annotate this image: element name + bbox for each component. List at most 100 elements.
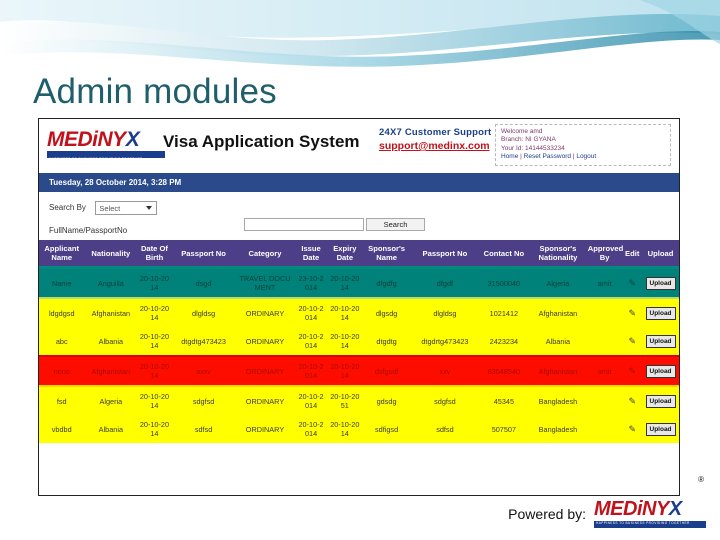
edit-pencil-icon[interactable]: ✎ <box>628 424 636 434</box>
column-sponsor-passport-no[interactable]: Passport No <box>411 240 479 269</box>
upload-cell: Upload <box>642 298 679 327</box>
reset-password-link[interactable]: Reset Password <box>524 153 571 160</box>
table-cell: ORDINARY <box>235 386 295 415</box>
column-approved-by[interactable]: Approved By <box>586 240 623 269</box>
table-cell: sdgfsd <box>411 386 479 415</box>
table-cell: 2423234 <box>478 327 530 357</box>
table-cell: 20-10-2014 <box>294 386 328 415</box>
footer-medinyx-logo: ® MEDiNYX HAPPINESS TO BUSINESS PROVIDIN… <box>594 475 706 528</box>
table-cell: 20-10-2014 <box>294 298 328 327</box>
table-header-row: Applicant Name Nationality Date Of Birth… <box>39 240 679 269</box>
column-issue-date[interactable]: Issue Date <box>294 240 328 269</box>
table-cell: dtgdtg473423 <box>171 327 236 357</box>
page-title: Admin modules <box>33 72 277 111</box>
upload-button[interactable]: Upload <box>645 422 676 436</box>
link-separator-1: | <box>520 153 522 161</box>
footer-logo-letter-m: M <box>594 498 611 520</box>
search-by-label: Search By <box>49 203 86 213</box>
edit-cell: ✎ <box>622 356 643 386</box>
table-cell: 31500040 <box>478 267 530 298</box>
logo-tagline: HAPPINESS TO BUSINESS PROVIDING TOGETHER <box>49 157 143 161</box>
column-passport-no[interactable]: Passport No <box>171 240 236 269</box>
table-cell: 20-10-2014 <box>294 415 328 443</box>
upload-button[interactable]: Upload <box>645 364 676 378</box>
table-cell: ldgdgsd <box>39 298 85 327</box>
edit-cell: ✎ <box>622 267 643 298</box>
table-cell: 23-10-2014 <box>294 267 328 298</box>
table-cell: dlgsdg <box>362 298 412 327</box>
powered-by-footer: Powered by: ® MEDiNYX HAPPINESS TO BUSIN… <box>508 475 706 528</box>
table-cell: amit <box>586 267 623 298</box>
table-cell: 20-10-2051 <box>327 386 363 415</box>
edit-pencil-icon[interactable]: ✎ <box>628 396 636 406</box>
edit-pencil-icon[interactable]: ✎ <box>628 278 636 288</box>
column-nationality[interactable]: Nationality <box>84 240 138 269</box>
logout-link[interactable]: Logout <box>576 153 596 160</box>
column-upload[interactable]: Upload <box>642 240 679 269</box>
upload-button[interactable]: Upload <box>645 276 676 290</box>
table-cell: dfgdf <box>411 267 479 298</box>
search-button[interactable]: Search <box>366 218 425 231</box>
table-cell: nono <box>39 356 85 386</box>
column-expiry-date[interactable]: Expiry Date <box>327 240 363 269</box>
table-cell: gdsdg <box>362 386 412 415</box>
link-separator-2: | <box>572 153 575 161</box>
table-cell: dtgdtg <box>362 327 412 357</box>
table-cell: Name <box>39 267 85 298</box>
column-sponsors-name[interactable]: Sponsor's Name <box>362 240 412 269</box>
column-applicant-name[interactable]: Applicant Name <box>39 240 85 269</box>
table-cell: sdgfsd <box>171 386 236 415</box>
welcome-userid: Your Id: 14144533234 <box>501 144 565 152</box>
registered-trademark: ® <box>698 475 704 484</box>
table-cell <box>586 386 623 415</box>
upload-button[interactable]: Upload <box>645 394 676 408</box>
table-cell: 20-10-2014 <box>137 298 172 327</box>
edit-pencil-icon[interactable]: ✎ <box>628 336 636 346</box>
table-cell: 20-10-2014 <box>294 327 328 357</box>
table-cell: 20-10-2014 <box>327 356 363 386</box>
table-cell: ORDINARY <box>235 356 295 386</box>
powered-by-label: Powered by: <box>508 505 586 522</box>
table-cell: 20-10-2014 <box>327 415 363 443</box>
table-cell: Albania <box>529 327 587 357</box>
upload-cell: Upload <box>642 386 679 415</box>
upload-cell: Upload <box>642 356 679 386</box>
search-input[interactable] <box>244 218 364 231</box>
support-email-link[interactable]: support@medinx.com <box>379 140 491 152</box>
slide-decoration <box>0 0 720 72</box>
column-sponsors-nationality[interactable]: Sponsor's Nationality <box>529 240 587 269</box>
column-contact-no[interactable]: Contact No <box>478 240 530 269</box>
table-cell: Bangladesh <box>529 386 587 415</box>
table-cell: 20-10-2014 <box>294 356 328 386</box>
column-category[interactable]: Category <box>235 240 295 269</box>
edit-cell: ✎ <box>622 415 643 443</box>
table-cell: Algeria <box>529 267 587 298</box>
table-body: Name Anguilla 20-10-2014 dsgd TRAVEL DOCUMEN… <box>39 267 679 443</box>
table-cell: Afghanistan <box>529 298 587 327</box>
search-by-select[interactable]: Select <box>95 200 158 215</box>
applications-table: Applicant Name Nationality Date Of Birth… <box>39 240 679 443</box>
edit-pencil-icon[interactable]: ✎ <box>628 308 636 318</box>
table-cell: Afghanistan <box>84 298 138 327</box>
table-cell: amit <box>586 356 623 386</box>
table-cell: 83048540 <box>478 356 530 386</box>
column-edit[interactable]: Edit <box>622 240 643 269</box>
table-cell: Bangladesh <box>529 415 587 443</box>
table-cell: 1021412 <box>478 298 530 327</box>
edit-pencil-icon[interactable]: ✎ <box>628 366 636 376</box>
column-date-of-birth[interactable]: Date Of Birth <box>137 240 172 269</box>
upload-button[interactable]: Upload <box>645 334 676 348</box>
table-row: vbdbd Albania 20-10-2014 sdfsd ORDINARY 20-10… <box>39 415 679 443</box>
table-cell: 45345 <box>478 386 530 415</box>
table-cell: 507507 <box>478 415 530 443</box>
welcome-user: Welcome amd <box>501 128 543 135</box>
home-link[interactable]: Home <box>501 153 518 160</box>
footer-logo-tagline: HAPPINESS TO BUSINESS PROVIDING TOGETHER <box>596 521 690 525</box>
upload-cell: Upload <box>642 267 679 298</box>
logo-letters-ediny: EDiNY <box>64 128 126 151</box>
table-cell: 20-10-2014 <box>137 415 172 443</box>
table-cell: dsfgsdf <box>362 356 412 386</box>
medinyx-logo: MEDiNYX HAPPINESS TO BUSINESS PROVIDING … <box>47 128 165 161</box>
upload-button[interactable]: Upload <box>645 306 676 320</box>
table-cell: Albania <box>84 327 138 357</box>
